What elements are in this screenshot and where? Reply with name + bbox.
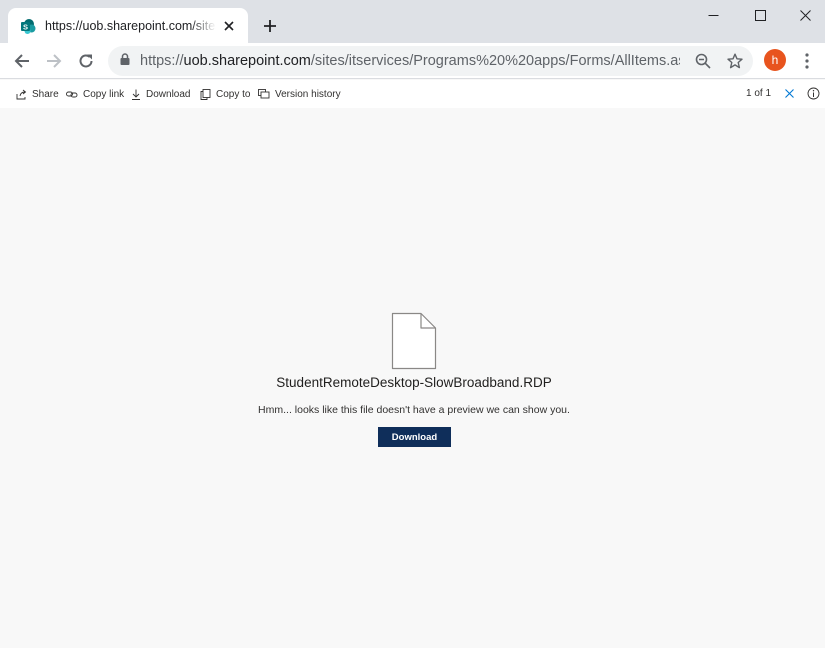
reload-button[interactable] [72,47,100,75]
link-icon [66,91,78,97]
bookmark-star-icon[interactable] [726,52,744,70]
maximize-button[interactable] [737,0,783,30]
address-bar[interactable]: https://uob.sharepoint.com/sites/itservi… [108,46,753,76]
copy-link-button[interactable]: Copy link [66,86,124,102]
preview-area: StudentRemoteDesktop-SlowBroadband.RDP H… [0,108,825,648]
generic-file-icon [391,312,437,370]
download-icon [132,89,140,100]
url-scheme: https:// [140,53,184,69]
browser-tab[interactable]: S https://uob.sharepoint.com/sites/itser… [8,8,248,43]
tab-close-icon[interactable] [220,17,238,35]
back-arrow-icon [14,54,29,68]
browser-toolbar: https://uob.sharepoint.com/sites/itservi… [0,43,825,79]
browser-menu-icon[interactable] [798,51,816,71]
minimize-button[interactable] [690,0,736,30]
version-history-label: Version history [275,88,341,100]
download-command-button[interactable]: Download [131,86,190,102]
info-icon[interactable] [807,87,820,100]
svg-text:S: S [23,22,28,31]
forward-button[interactable] [40,47,68,75]
file-name: StudentRemoteDesktop-SlowBroadband.RDP [276,375,552,390]
page-count: 1 of 1 [746,88,772,99]
copy-icon [200,88,211,100]
download-button[interactable]: Download [378,427,451,447]
tab-strip: S https://uob.sharepoint.com/sites/itser… [0,0,825,43]
copy-to-label: Copy to [216,88,251,100]
version-history-button[interactable]: Version history [258,86,341,102]
no-preview-message: Hmm... looks like this file doesn't have… [258,404,570,416]
zoom-icon[interactable] [694,52,712,70]
preview-command-bar: Share Copy link Download Copy to Version… [0,80,825,108]
copy-to-button[interactable]: Copy to [200,86,250,102]
copy-link-label: Copy link [83,88,125,100]
download-command-label: Download [146,88,191,100]
close-preview-icon[interactable] [783,87,796,100]
window-close-button[interactable] [782,0,825,30]
sharepoint-icon: S [20,18,36,34]
share-label: Share [32,88,59,100]
url-host: uob.sharepoint.com [183,53,311,69]
version-history-icon [258,88,270,98]
new-tab-button[interactable] [258,14,282,38]
profile-avatar[interactable]: h [764,49,786,71]
tab-title: https://uob.sharepoint.com/sites/itservi… [45,18,216,33]
share-icon [16,89,27,99]
forward-arrow-icon [47,54,62,68]
url-path: /sites/itservices/Programs%20%20apps/For… [310,53,680,69]
lock-icon [120,52,130,70]
url-text: https://uob.sharepoint.com/sites/itservi… [140,53,680,69]
back-button[interactable] [8,47,36,75]
reload-icon [79,54,93,68]
share-button[interactable]: Share [16,86,59,102]
